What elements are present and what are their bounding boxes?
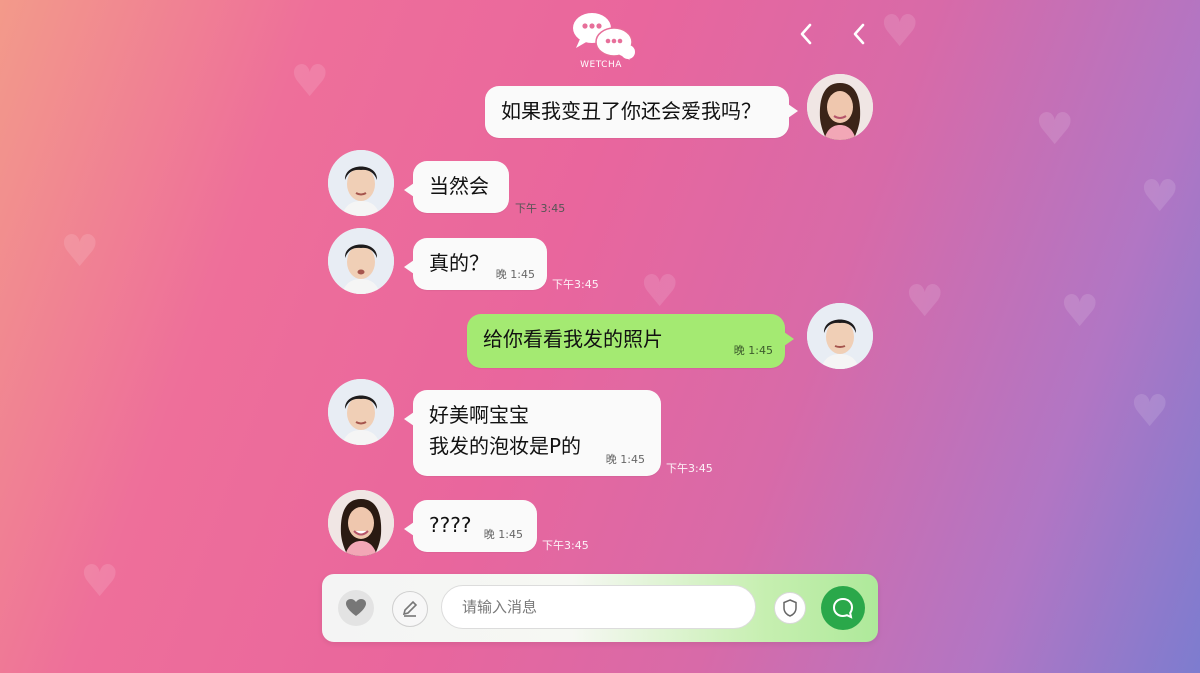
message-text: ???? [429,513,472,537]
background-heart-icon: ♥ [1060,286,1100,337]
background-heart-icon: ♥ [905,276,945,327]
background-heart-icon: ♥ [880,6,920,57]
back-icon[interactable] [795,20,817,48]
message-text: 真的？ [429,251,489,275]
background-heart-icon: ♥ [1130,386,1170,437]
message-input-placeholder: 请输入消息 [462,598,538,616]
message-bubble[interactable]: 真的？ 晚 1:45 [404,238,547,290]
heart-icon[interactable] [338,590,374,626]
message-inner-time: 晚 1:45 [605,452,645,466]
message-time: 下午3:45 [552,278,599,291]
app-logo-text: WETCHA [580,60,622,70]
message-composer: 请输入消息 [322,574,878,642]
message-bubble[interactable]: ???? 晚 1:45 [404,500,537,552]
message-text: 给你看看我发的照片 [483,327,663,351]
message-time: 下午3:45 [542,539,589,552]
avatar[interactable] [328,228,394,294]
message-input[interactable]: 请输入消息 [441,585,756,629]
message-inner-time: 晚 1:45 [495,267,535,281]
background-heart-icon: ♥ [80,556,120,607]
message-inner-time: 晚 1:45 [733,343,773,357]
background-heart-icon: ♥ [1035,104,1075,155]
shield-icon[interactable] [774,592,806,624]
message-bubble[interactable]: 当然会 [404,161,509,213]
avatar[interactable] [328,490,394,556]
message-text: 当然会 [429,174,489,198]
message-bubble[interactable]: 给你看看我发的照片 晚 1:45 [467,314,794,368]
back-icon[interactable] [848,20,870,48]
message-text: 好美啊宝宝 [429,403,529,427]
send-button[interactable] [821,586,865,630]
message-time: 下午3:45 [666,462,713,475]
avatar[interactable] [328,379,394,445]
edit-icon[interactable] [392,591,428,627]
message-bubble[interactable]: 好美啊宝宝 我发的泡妆是P的 晚 1:45 [404,390,661,476]
background-heart-icon: ♥ [1140,171,1180,222]
avatar[interactable] [807,303,873,369]
background-heart-icon: ♥ [290,56,330,107]
message-bubble[interactable]: 如果我变丑了你还会爱我吗？ [485,86,798,138]
message-time: 下午 3:45 [515,202,566,215]
message-text: 如果我变丑了你还会爱我吗？ [501,99,761,123]
message-inner-time: 晚 1:45 [483,527,523,541]
avatar[interactable] [328,150,394,216]
background-heart-icon: ♥ [640,266,680,317]
avatar[interactable] [807,74,873,140]
send-icon [832,597,854,619]
background-heart-icon: ♥ [60,226,100,277]
